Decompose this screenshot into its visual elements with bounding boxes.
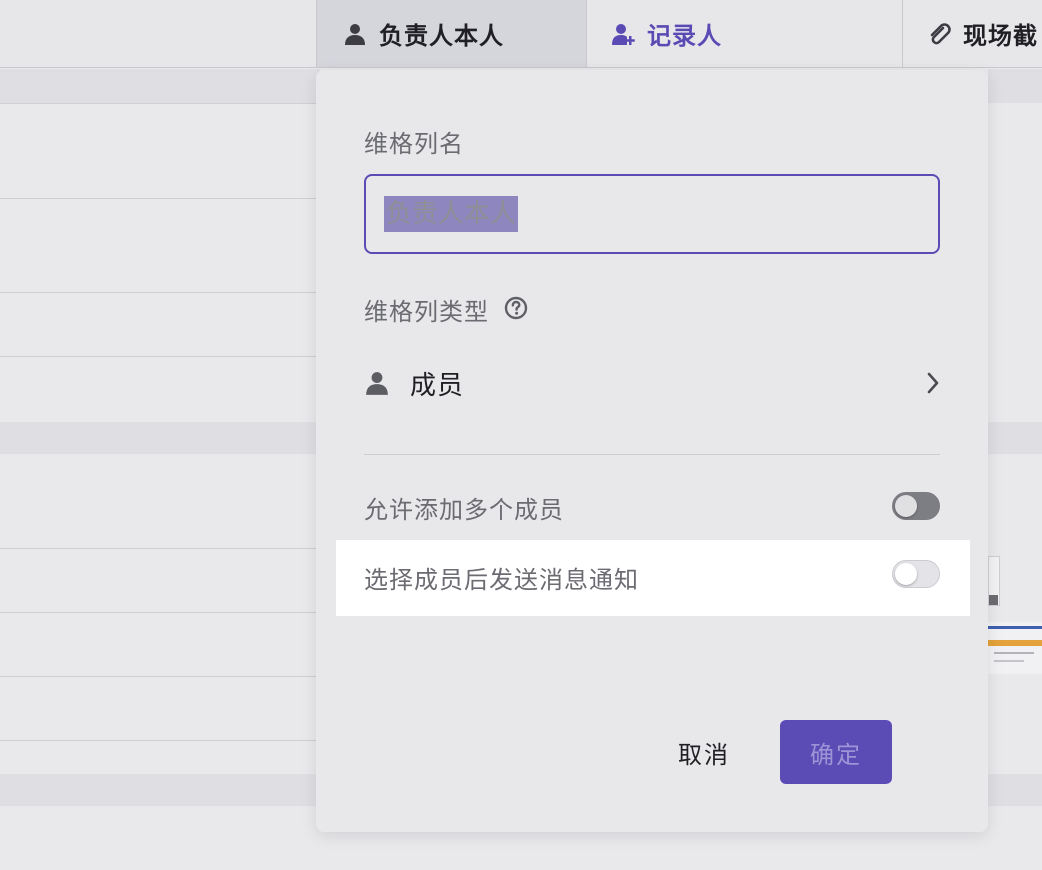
confirm-button[interactable]: 确定 [780, 720, 892, 784]
member-icon [364, 370, 390, 396]
table-section-band [0, 422, 320, 454]
paperclip-icon [927, 22, 951, 46]
help-icon[interactable] [504, 296, 528, 320]
table-row-divider [0, 740, 320, 741]
table-row-divider [0, 548, 320, 549]
table-row-divider [0, 198, 320, 199]
thumbnail-detail [994, 660, 1024, 662]
table-section-band [988, 422, 1042, 454]
notify-toggle[interactable] [892, 560, 940, 588]
thumbnail-detail [988, 626, 1042, 629]
column-header-blank [0, 0, 316, 68]
column-header-owner[interactable]: 负责人本人 [316, 0, 586, 68]
notify-label: 选择成员后发送消息通知 [364, 566, 639, 594]
thumbnail-detail [994, 652, 1034, 654]
table-section-band [0, 69, 320, 103]
allow-multiple-label: 允许添加多个成员 [364, 496, 564, 524]
table-section-band [988, 774, 1042, 806]
attachment-thumbnail[interactable] [988, 556, 1000, 606]
column-header-recorder[interactable]: 记录人 [586, 0, 902, 68]
table-row-divider [0, 292, 320, 293]
allow-multiple-toggle[interactable] [892, 492, 940, 520]
column-type-label: 维格列类型 [364, 298, 489, 326]
person-icon [343, 22, 367, 46]
table-section-band [988, 69, 1042, 103]
column-header-label: 负责人本人 [379, 22, 504, 50]
column-header-label: 记录人 [647, 22, 722, 50]
toggle-knob [895, 495, 917, 517]
column-name-input[interactable]: 负责人本人 [364, 174, 940, 254]
divider [364, 454, 940, 455]
column-type-selector[interactable]: 成员 [364, 360, 940, 406]
chevron-right-icon [926, 371, 940, 395]
column-header-screenshot[interactable]: 现场截 [902, 0, 1042, 68]
thumbnail-detail [989, 595, 998, 605]
table-row-divider [0, 612, 320, 613]
column-settings-popup: 维格列名 负责人本人 维格列类型 成员 允许添加多个成员 选择成员后发送消息通知… [316, 70, 988, 832]
column-header-label: 现场截 [963, 22, 1038, 50]
notify-setting-row: 选择成员后发送消息通知 [336, 540, 970, 616]
attachment-thumbnail[interactable] [988, 622, 1042, 674]
column-name-label: 维格列名 [364, 130, 464, 158]
toggle-knob [895, 563, 917, 585]
table-row-divider [0, 676, 320, 677]
thumbnail-detail [988, 640, 1042, 646]
table-row-divider [0, 103, 320, 104]
column-type-value: 成员 [410, 370, 465, 401]
table-section-band [0, 774, 320, 806]
table-row-divider [0, 356, 320, 357]
person-add-icon [611, 22, 635, 46]
cancel-button[interactable]: 取消 [666, 722, 742, 782]
column-name-input-value[interactable]: 负责人本人 [384, 196, 519, 232]
